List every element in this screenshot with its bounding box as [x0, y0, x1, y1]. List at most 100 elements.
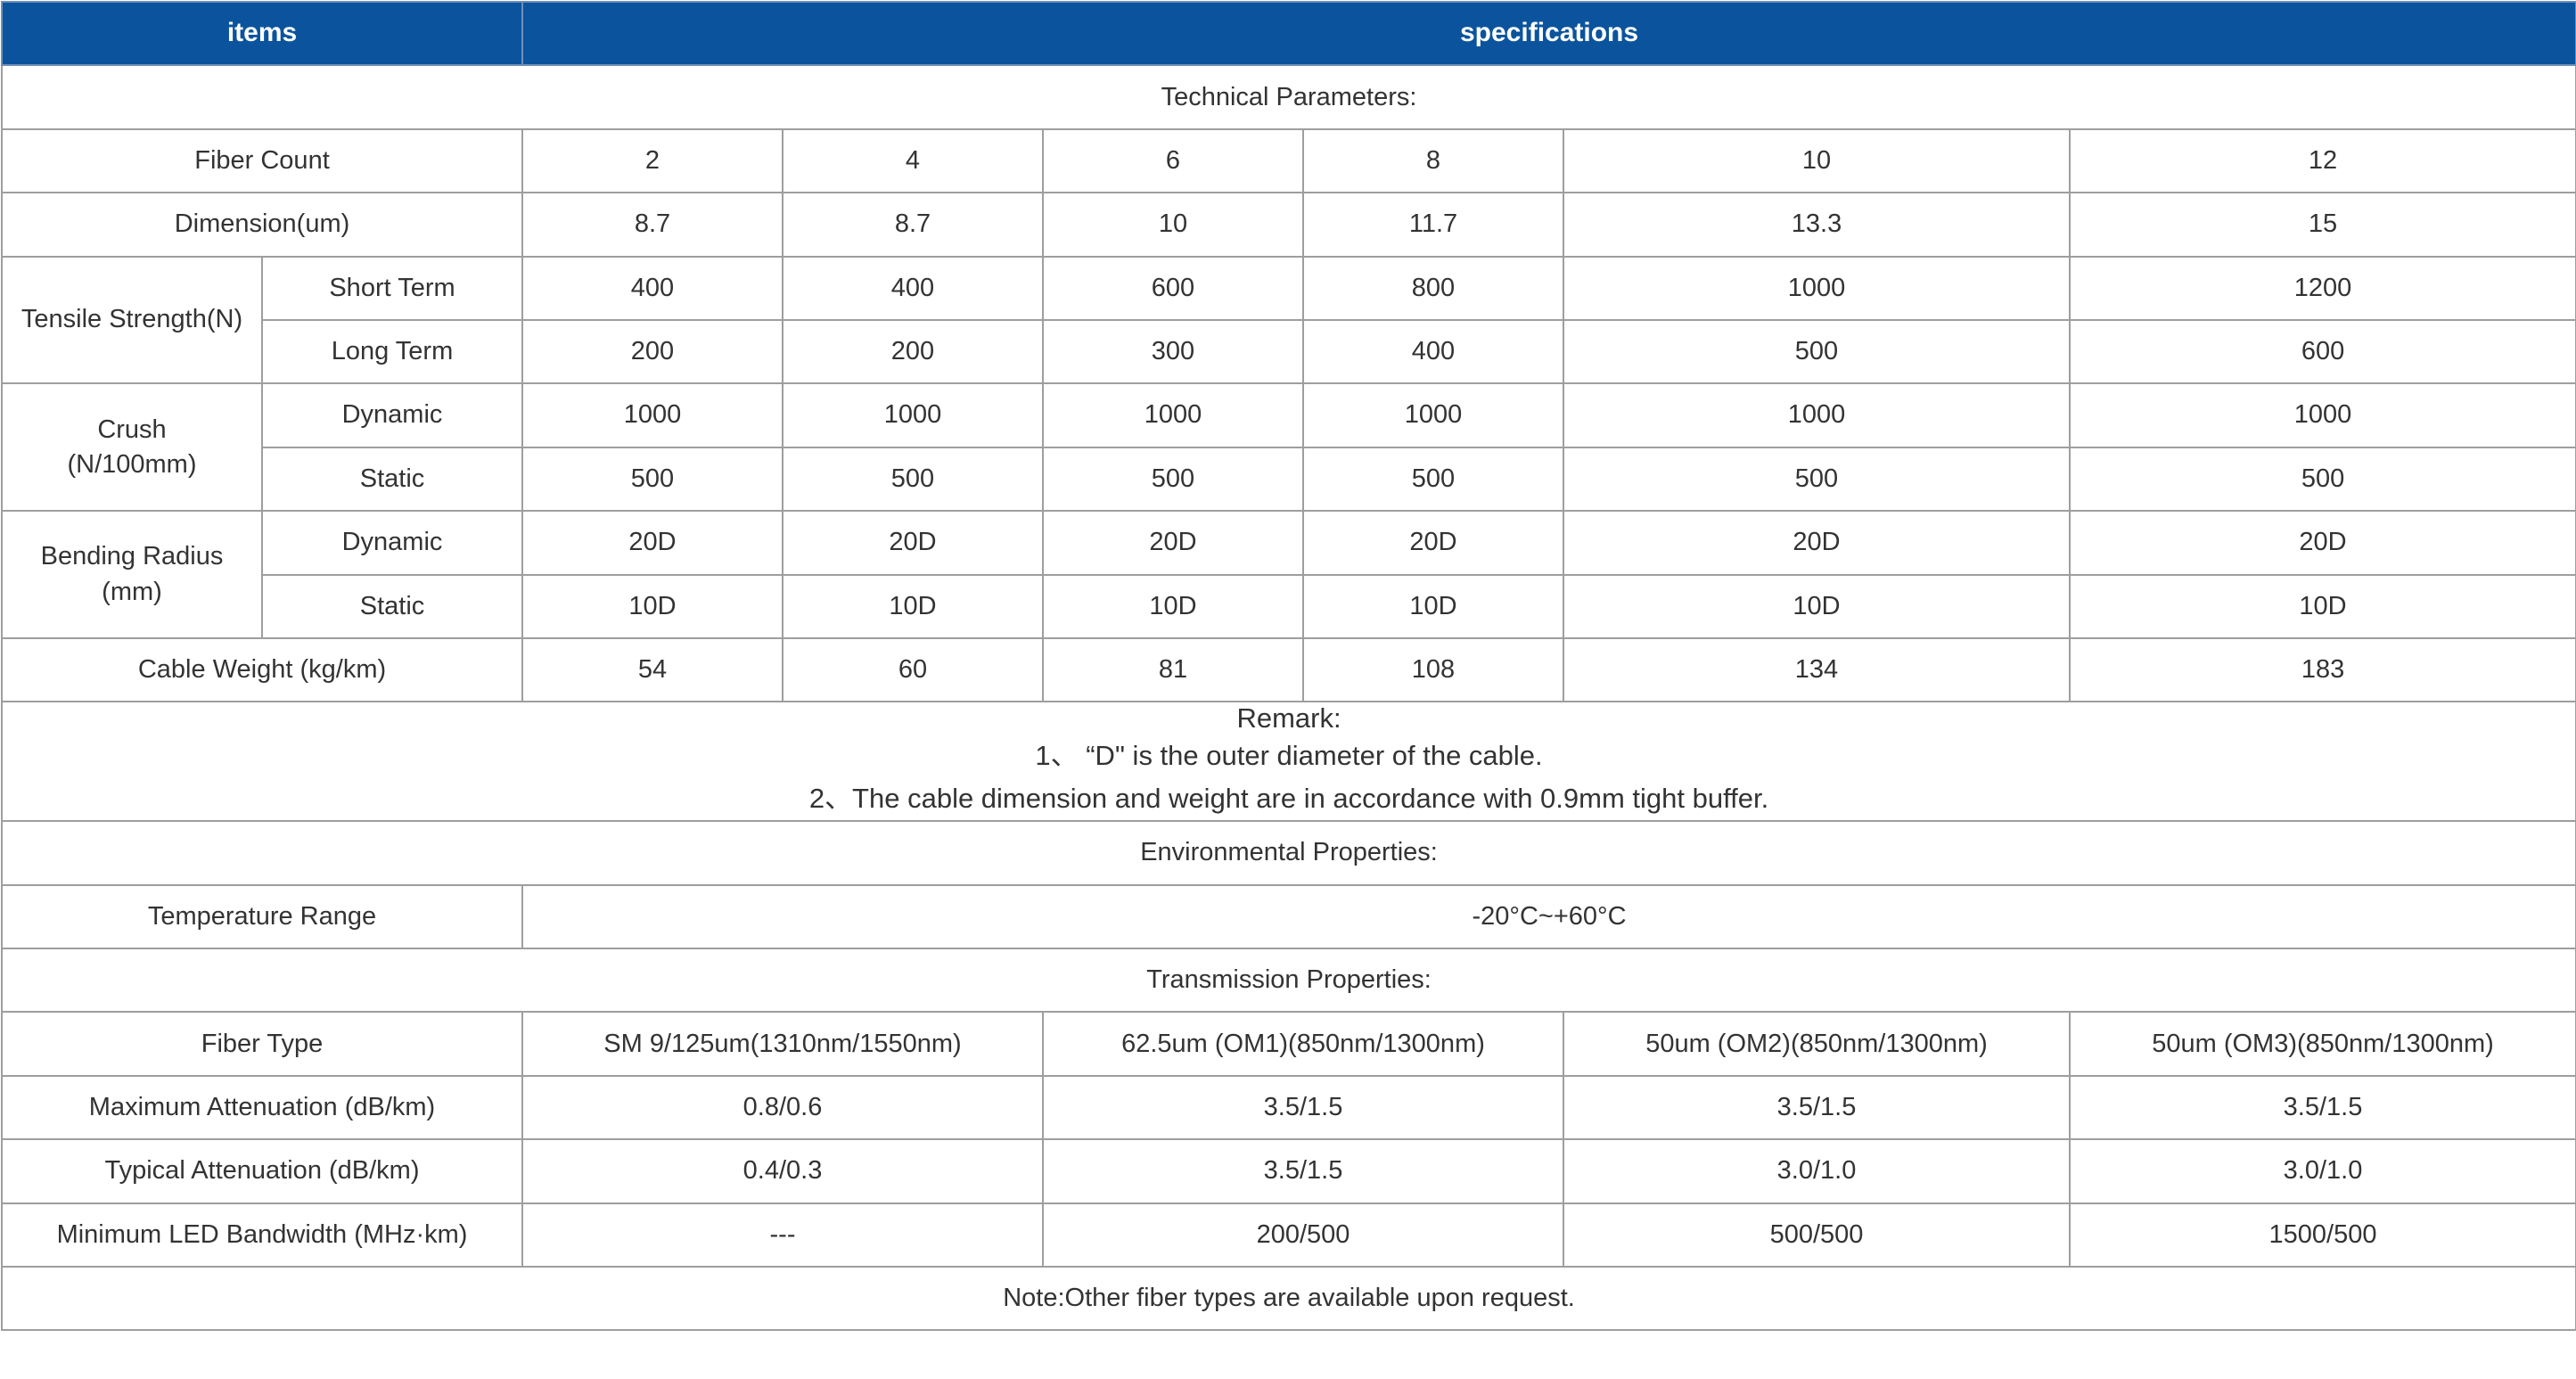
dimension-label: Dimension(um) — [1, 192, 523, 258]
tensile-long-cell: 400 — [1302, 318, 1564, 385]
table-row: Tensile Strength(N) Short Term 400 400 6… — [1, 255, 2576, 385]
tensile-short-cell: 400 — [782, 255, 1044, 321]
remark-line-2: 2、The cable dimension and weight are in … — [808, 783, 1769, 815]
fiber-count-cell: 6 — [1042, 127, 1304, 194]
table-row: Fiber Count 2 4 6 8 10 12 — [1, 127, 2576, 194]
crush-dynamic-cell: 1000 — [2068, 382, 2576, 448]
fiber-count-cell: 2 — [521, 127, 783, 194]
typical-attenuation-cell: 3.0/1.0 — [2068, 1138, 2576, 1204]
bandwidth-cell: --- — [521, 1202, 1044, 1268]
bandwidth-cell: 500/500 — [1563, 1202, 2071, 1268]
tensile-long-label: Long Term — [261, 318, 523, 385]
crush-label-line2: (N/100mm) — [67, 449, 197, 479]
crush-static-cell: 500 — [2068, 446, 2576, 513]
table-row: Dimension(um) 8.7 8.7 10 11.7 13.3 15 — [1, 192, 2576, 258]
bending-static-cell: 10D — [1563, 573, 2071, 639]
bending-static-cell: 10D — [521, 573, 783, 639]
dimension-cell: 15 — [2068, 192, 2576, 258]
fiber-count-label: Fiber Count — [1, 127, 523, 194]
remark-cell: Remark: 1、 “D" is the outer diameter of … — [0, 701, 2576, 823]
weight-label: Cable Weight (kg/km) — [1, 636, 523, 703]
fiber-type-label: Fiber Type — [1, 1011, 523, 1077]
environmental-section-title: Environmental Properties: — [0, 820, 2576, 886]
table-row: Temperature Range -20°C~+60°C — [1, 883, 2576, 950]
table-row: Crush (N/100mm) Dynamic 1000 1000 1000 1… — [1, 382, 2576, 513]
crush-dynamic-cell: 1000 — [1042, 382, 1304, 448]
typical-attenuation-cell: 3.5/1.5 — [1042, 1138, 1564, 1204]
bending-static-label: Static — [261, 573, 523, 639]
crush-static-cell: 500 — [1302, 446, 1564, 513]
remark-line-1: 1、 “D" is the outer diameter of the cabl… — [1035, 740, 1543, 772]
crush-static-cell: 500 — [1563, 446, 2071, 513]
tensile-short-cell: 800 — [1302, 255, 1564, 321]
table-row: Cable Weight (kg/km) 54 60 81 108 134 18… — [1, 636, 2576, 703]
header-items: items — [1, 0, 523, 67]
fiber-count-cell: 10 — [1563, 127, 2071, 194]
max-attenuation-cell: 3.5/1.5 — [2068, 1074, 2576, 1141]
dimension-cell: 13.3 — [1563, 192, 2071, 258]
fiber-count-cell: 12 — [2068, 127, 2576, 194]
section-row: Transmission Properties: — [0, 948, 2576, 1014]
note-cell: Note:Other fiber types are available upo… — [0, 1266, 2576, 1332]
table-row: Bending Radius (mm) Dynamic 20D 20D 20D … — [1, 510, 2576, 639]
tensile-long-cell: 600 — [2068, 318, 2576, 385]
crush-dynamic-label: Dynamic — [261, 382, 523, 448]
table-row: Static 10D 10D 10D 10D 10D 10D — [2, 573, 2576, 639]
tensile-short-cell: 1200 — [2068, 255, 2576, 321]
tensile-short-label: Short Term — [261, 255, 523, 321]
header-row: items specifications — [1, 0, 2576, 67]
fiber-type-cell: 50um (OM3)(850nm/1300nm) — [2068, 1011, 2576, 1077]
bending-dynamic-cell: 20D — [1042, 510, 1304, 576]
section-row: Environmental Properties: — [0, 820, 2576, 886]
crush-label: Crush (N/100mm) — [1, 382, 263, 513]
tensile-short-cell: 600 — [1042, 255, 1304, 321]
tensile-short-cell: 1000 — [1563, 255, 2071, 321]
table-row: Typical Attenuation (dB/km) 0.4/0.3 3.5/… — [1, 1138, 2576, 1204]
crush-static-label: Static — [261, 446, 523, 513]
max-attenuation-label: Maximum Attenuation (dB/km) — [1, 1074, 523, 1141]
bending-dynamic-label: Dynamic — [261, 510, 523, 576]
crush-dynamic-cell: 1000 — [1563, 382, 2071, 448]
dimension-cell: 10 — [1042, 192, 1304, 258]
tensile-long-cell: 500 — [1563, 318, 2071, 385]
crush-static-cell: 500 — [782, 446, 1044, 513]
dimension-cell: 8.7 — [782, 192, 1044, 258]
bandwidth-cell: 200/500 — [1042, 1202, 1564, 1268]
bending-dynamic-cell: 20D — [782, 510, 1044, 576]
table-row: Maximum Attenuation (dB/km) 0.8/0.6 3.5/… — [1, 1074, 2576, 1141]
weight-cell: 183 — [2068, 636, 2576, 703]
remark-title: Remark: — [1236, 702, 1341, 735]
temperature-label: Temperature Range — [1, 883, 523, 950]
bending-static-cell: 10D — [1042, 573, 1304, 639]
tensile-long-cell: 200 — [521, 318, 783, 385]
bending-static-cell: 10D — [1302, 573, 1564, 639]
tensile-label: Tensile Strength(N) — [1, 255, 263, 385]
remark-row: Remark: 1、 “D" is the outer diameter of … — [0, 701, 2576, 823]
max-attenuation-cell: 3.5/1.5 — [1563, 1074, 2071, 1141]
technical-section-title: Technical Parameters: — [0, 64, 2576, 130]
header-specifications: specifications — [521, 0, 2576, 67]
fiber-type-cell: SM 9/125um(1310nm/1550nm) — [521, 1011, 1044, 1077]
bending-static-cell: 10D — [2068, 573, 2576, 639]
bending-dynamic-cell: 20D — [521, 510, 783, 576]
table-row: Fiber Type SM 9/125um(1310nm/1550nm) 62.… — [1, 1011, 2576, 1077]
dimension-cell: 8.7 — [521, 192, 783, 258]
bending-dynamic-cell: 20D — [1563, 510, 2071, 576]
max-attenuation-cell: 3.5/1.5 — [1042, 1074, 1564, 1141]
tensile-short-cell: 400 — [521, 255, 783, 321]
bending-label-line1: Bending Radius — [40, 542, 224, 571]
tensile-long-cell: 300 — [1042, 318, 1304, 385]
crush-dynamic-cell: 1000 — [782, 382, 1044, 448]
dimension-cell: 11.7 — [1302, 192, 1564, 258]
fiber-count-cell: 8 — [1302, 127, 1564, 194]
transmission-section-title: Transmission Properties: — [0, 948, 2576, 1014]
section-row: Technical Parameters: — [0, 64, 2576, 130]
weight-cell: 134 — [1563, 636, 2071, 703]
tensile-long-cell: 200 — [782, 318, 1044, 385]
bending-label: Bending Radius (mm) — [1, 510, 263, 639]
bending-static-cell: 10D — [782, 573, 1044, 639]
table-row: Minimum LED Bandwidth (MHz·km) --- 200/5… — [1, 1202, 2576, 1268]
bending-dynamic-cell: 20D — [2068, 510, 2576, 576]
fiber-type-cell: 62.5um (OM1)(850nm/1300nm) — [1042, 1011, 1564, 1077]
table-row: Long Term 200 200 300 400 500 600 — [2, 318, 2576, 385]
